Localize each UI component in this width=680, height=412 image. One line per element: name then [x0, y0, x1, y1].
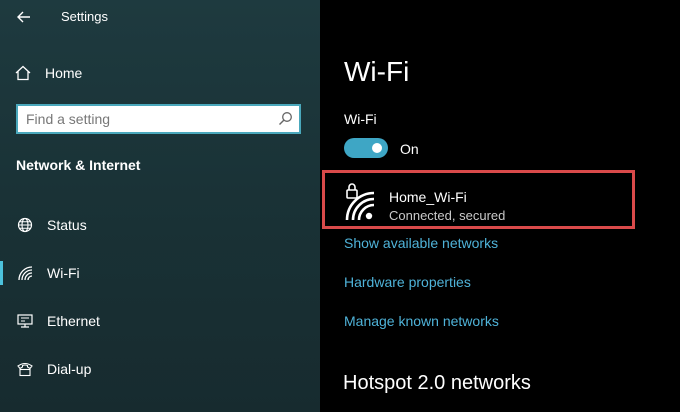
- sidebar: Settings Home Network & Internet Status: [0, 0, 320, 412]
- sidebar-item-wifi[interactable]: Wi-Fi: [0, 261, 320, 285]
- hardware-properties-link[interactable]: Hardware properties: [344, 274, 471, 290]
- wifi-icon: [16, 264, 34, 282]
- window-title: Settings: [61, 9, 108, 24]
- network-item[interactable]: Home_Wi-Fi Connected, secured: [322, 170, 635, 229]
- wifi-toggle[interactable]: [344, 138, 388, 158]
- search-icon[interactable]: [277, 111, 293, 127]
- section-title: Network & Internet: [16, 157, 141, 173]
- sidebar-item-label: Wi-Fi: [47, 265, 80, 281]
- toggle-knob: [372, 143, 382, 153]
- sidebar-item-ethernet[interactable]: Ethernet: [0, 309, 320, 333]
- selection-indicator: [0, 261, 3, 285]
- network-status: Connected, secured: [389, 208, 506, 223]
- search-box[interactable]: [16, 104, 301, 134]
- sidebar-item-label: Status: [47, 217, 87, 233]
- hotspot-heading: Hotspot 2.0 networks: [343, 372, 531, 394]
- home-icon: [14, 64, 32, 82]
- back-arrow-icon[interactable]: [14, 8, 34, 26]
- network-name: Home_Wi-Fi: [389, 189, 467, 205]
- page-title: Wi-Fi: [344, 56, 410, 87]
- ethernet-icon: [16, 312, 34, 330]
- sidebar-item-label: Ethernet: [47, 313, 100, 329]
- main-panel: Wi-Fi Wi-Fi On Home_Wi-Fi Connected, sec…: [320, 0, 680, 412]
- search-input[interactable]: [26, 110, 266, 128]
- sidebar-item-label: Dial-up: [47, 361, 92, 377]
- wifi-toggle-label: Wi-Fi: [344, 111, 377, 127]
- wifi-secured-icon: [343, 178, 377, 222]
- phone-icon: [16, 360, 34, 378]
- globe-icon: [16, 216, 34, 234]
- sidebar-home[interactable]: Home: [14, 62, 82, 84]
- sidebar-item-dialup[interactable]: Dial-up: [0, 357, 320, 381]
- home-label: Home: [45, 65, 83, 81]
- sidebar-item-status[interactable]: Status: [0, 213, 320, 237]
- show-networks-link[interactable]: Show available networks: [344, 235, 498, 251]
- manage-networks-link[interactable]: Manage known networks: [344, 313, 499, 329]
- toggle-state-label: On: [400, 141, 419, 157]
